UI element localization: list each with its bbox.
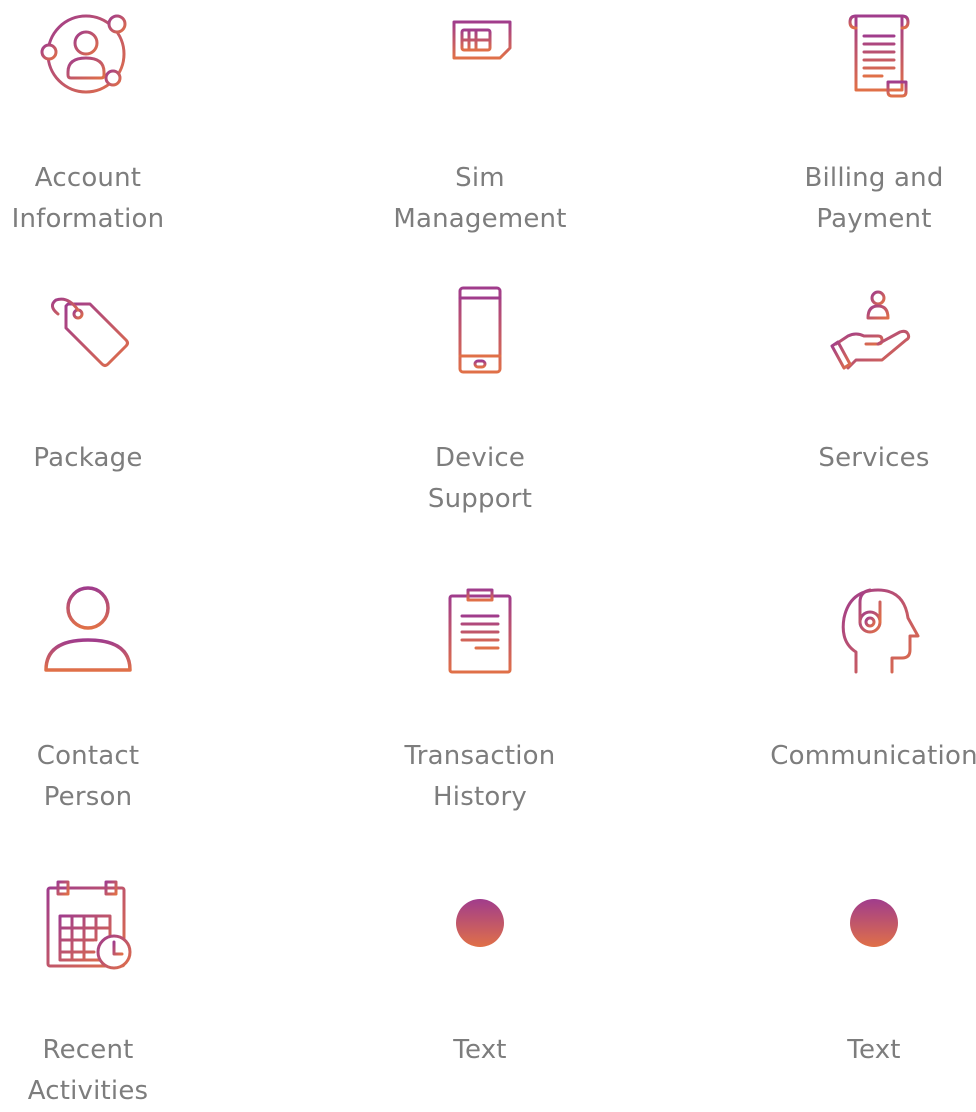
menu-item-label: Services <box>818 443 930 473</box>
dot-icon <box>432 876 528 972</box>
person-icon <box>40 580 136 676</box>
menu-item-label: Contact Person <box>36 741 140 812</box>
menu-item-label: Recent Activities <box>27 1035 149 1106</box>
menu-item-label: Account Information <box>11 163 165 234</box>
smartphone-icon <box>432 284 528 380</box>
calendar-clock-icon <box>40 876 136 972</box>
menu-item-label: Package <box>33 443 143 473</box>
headset-head-icon <box>826 584 922 680</box>
menu-grid: Account Information Sim Management Billi… <box>0 0 976 1112</box>
dot-icon <box>826 876 922 972</box>
menu-item-label: Device Support <box>427 443 533 514</box>
menu-item-label: Text <box>847 1035 901 1065</box>
menu-item-label: Communication <box>770 741 976 771</box>
clipboard-icon <box>432 584 528 680</box>
hand-person-icon <box>826 284 922 380</box>
menu-item-label: Billing and Payment <box>804 163 944 234</box>
price-tag-icon <box>40 280 136 376</box>
account-circle-icon <box>40 6 136 102</box>
menu-item-label: Sim Management <box>393 163 567 234</box>
invoice-scroll-icon <box>826 8 922 104</box>
sim-card-icon <box>432 0 528 96</box>
menu-item-label: Text <box>453 1035 507 1065</box>
menu-item-label: Transaction History <box>404 741 556 812</box>
